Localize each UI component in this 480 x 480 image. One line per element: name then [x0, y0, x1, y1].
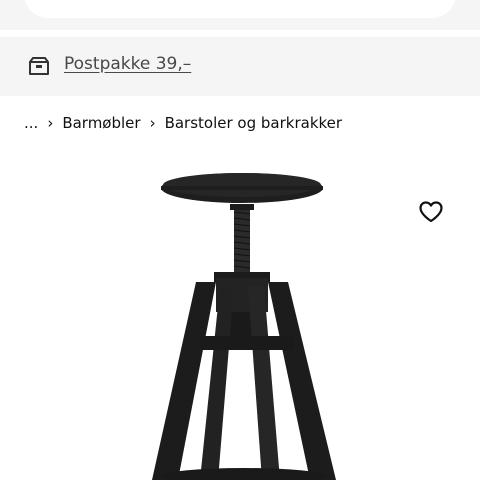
header-strip — [0, 0, 480, 30]
chevron-right-icon: › — [47, 114, 54, 132]
chevron-right-icon: › — [149, 114, 156, 132]
heart-outline-icon[interactable] — [418, 200, 444, 224]
breadcrumb: ... › Barmøbler › Barstoler og barkrakke… — [24, 112, 342, 134]
breadcrumb-item-barstoler[interactable]: Barstoler og barkrakker — [165, 114, 342, 132]
breadcrumb-item-barmobler[interactable]: Barmøbler — [62, 114, 140, 132]
shipping-banner: Postpakke 39,– — [0, 37, 480, 96]
breadcrumb-ellipsis[interactable]: ... — [24, 114, 38, 132]
delivery-box-icon — [29, 57, 49, 75]
shipping-price-link[interactable]: Postpakke 39,– — [64, 54, 191, 74]
search-bar[interactable] — [24, 0, 456, 18]
product-image[interactable] — [130, 160, 370, 480]
